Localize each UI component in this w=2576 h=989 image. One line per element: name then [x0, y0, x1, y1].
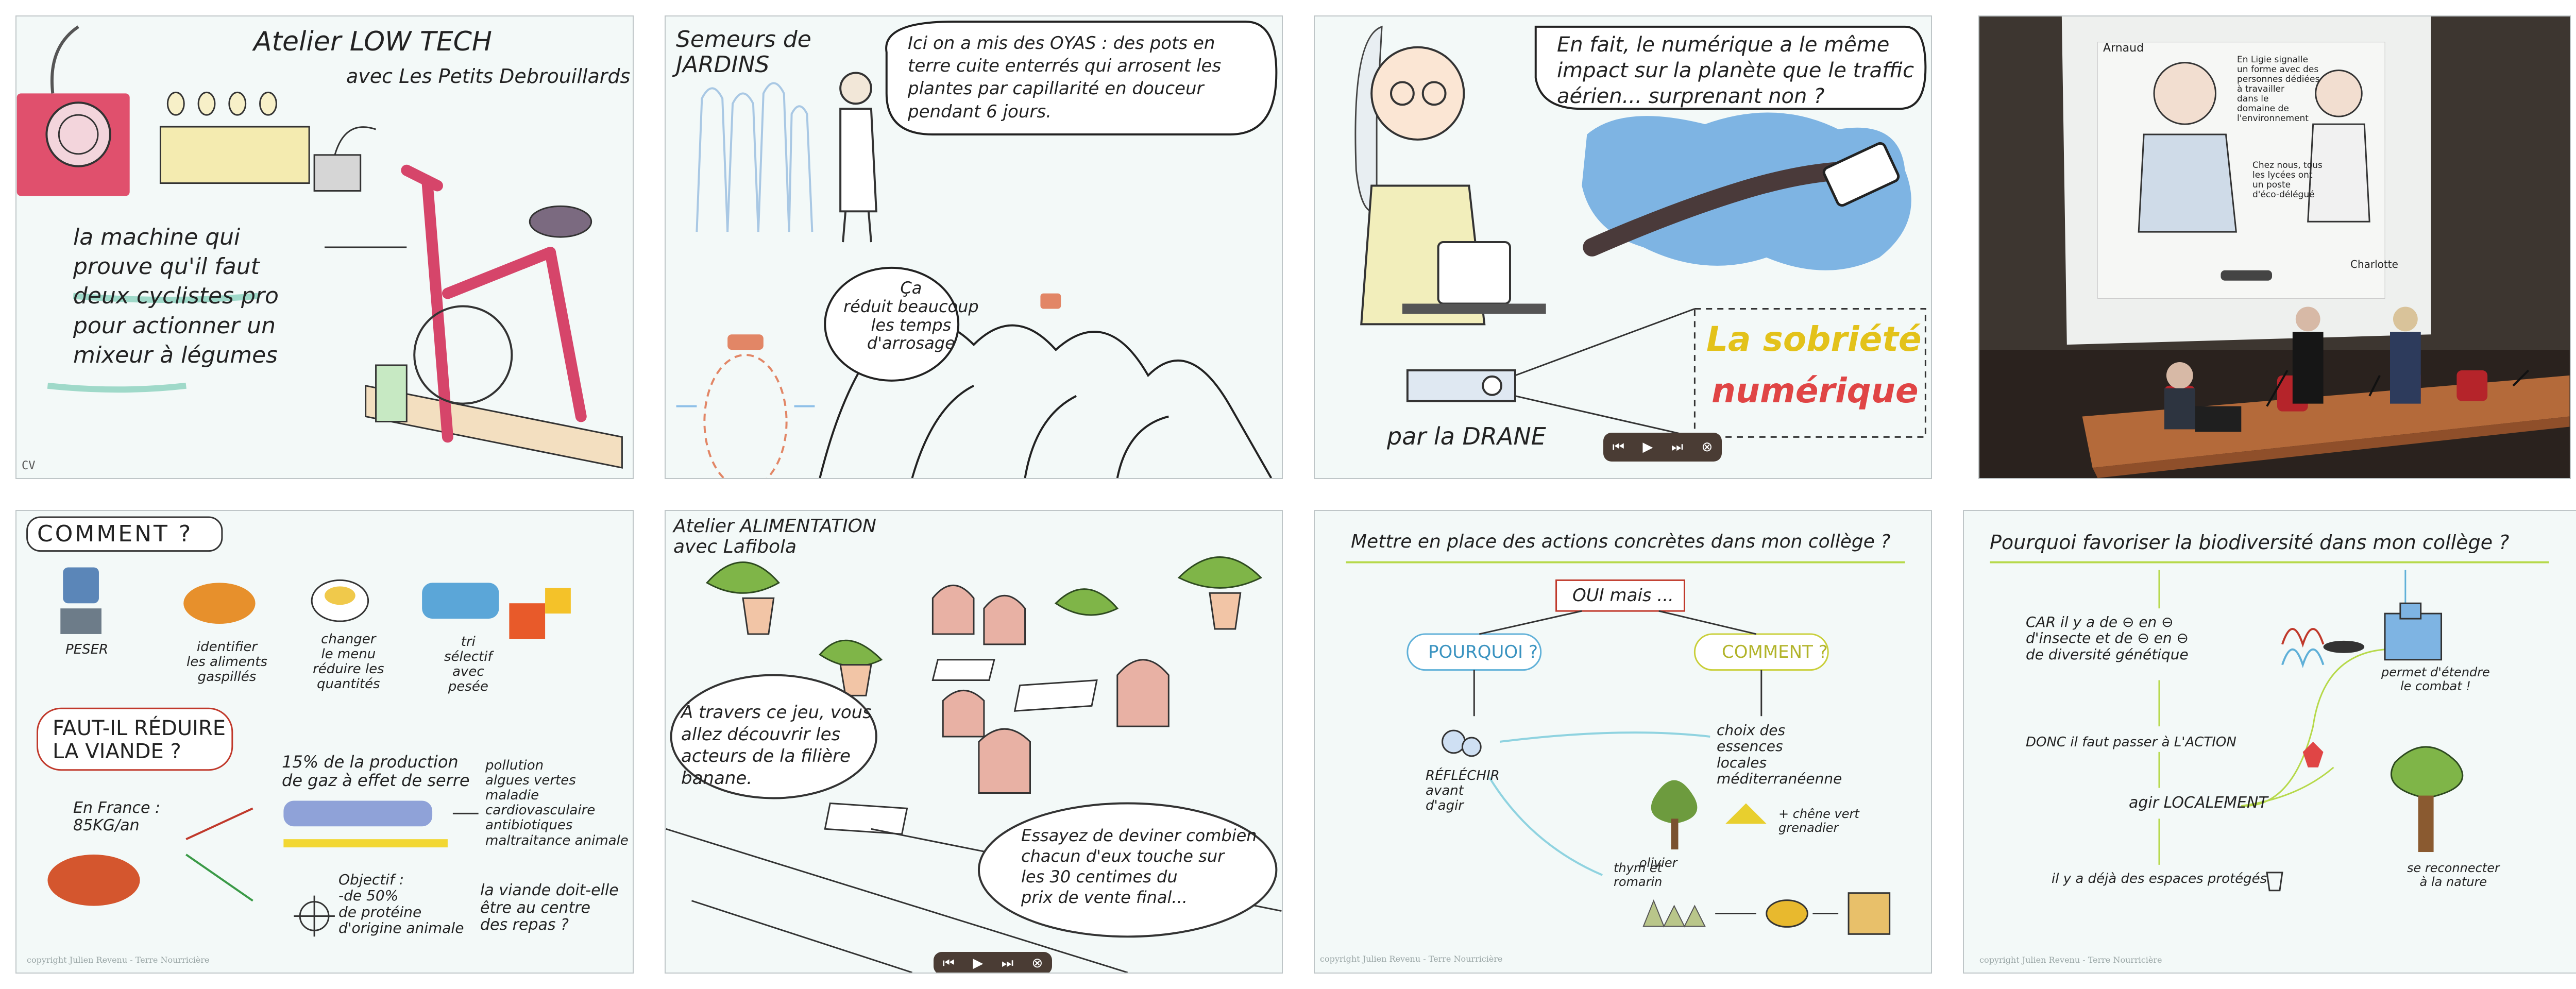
video-controls: ⏮ ▶ ⏭ ⊗ [1603, 433, 1722, 462]
actions-thym: thym et romarin [1614, 861, 1663, 889]
comment-question: FAUT-IL RÉDUIRE LA VIANDE ? [53, 717, 226, 763]
comment-effects: pollution algues vertes maladie cardiova… [485, 758, 629, 848]
biodiversite-donc: DONC il faut passer à L'ACTION [2026, 735, 2236, 750]
semeurs-bubble-small: Ça réduit beaucoup les temps d'arrosage [843, 278, 979, 353]
close-icon[interactable]: ⊗ [1032, 956, 1043, 971]
forward-icon[interactable]: ⏭ [1671, 439, 1683, 455]
comment-item-2: identifier les aliments gaspillés [187, 639, 267, 685]
panel-semeurs: Semeurs de JARDINS Ici on a mis des OYAS… [665, 15, 1283, 479]
semeurs-bubble-top: Ici on a mis des OYAS : des pots en terr… [908, 33, 1222, 122]
alimentation-title: Atelier ALIMENTATION avec Lafibola [673, 516, 876, 558]
close-icon[interactable]: ⊗ [1702, 439, 1713, 455]
drane-highlight-line2: numérique [1711, 371, 1919, 411]
photo-screen-bubble-2: Chez nous, tous les lycées ont un poste … [2252, 160, 2323, 200]
panel-lowtech: Atelier LOW TECH avec Les Petits Debroui… [15, 15, 634, 479]
lowtech-subtitle: avec Les Petits Debrouillards [346, 65, 631, 88]
comment-item-4: tri sélectif avec pesée [444, 634, 493, 695]
biodiversite-car: CAR il y a de ⊖ en ⊖ d'insecte et de ⊖ e… [2026, 613, 2189, 663]
actions-essences: choix des essences locales méditerranéen… [1717, 722, 1842, 788]
biodiversite-title: Pourquoi favoriser la biodiversité dans … [1990, 531, 2510, 554]
video-controls-2: ⏮ ▶ ⏭ ⊗ [934, 952, 1052, 973]
panel-photo: Arnaud Charlotte En Ligie signalle un fo… [1978, 15, 2571, 479]
alimentation-bubble-left: À travers ce jeu, vous allez découvrir l… [681, 702, 872, 789]
comment-center: la viande doit-elle être au centre des r… [480, 881, 619, 934]
forward-icon[interactable]: ⏭ [1002, 956, 1013, 971]
photo-screen-left-name: Arnaud [2103, 42, 2144, 55]
rewind-icon[interactable]: ⏮ [1613, 439, 1624, 455]
drane-byline: par la DRANE [1387, 422, 1546, 450]
comment-france: En France : 85KG/an [73, 799, 161, 834]
biodiversite-nature: se reconnecter à la nature [2407, 861, 2500, 889]
lowtech-title: Atelier LOW TECH [253, 26, 493, 57]
biodiversite-agir: agir LOCALEMENT [2129, 794, 2268, 812]
panel-actions: Mettre en place des actions concrètes da… [1314, 510, 1932, 974]
actions-reflechir: RÉFLÉCHIR avant d'agir [1426, 768, 1500, 814]
alimentation-bubble-right: Essayez de deviner combien chacun d'eux … [1021, 826, 1257, 907]
semeurs-title: Semeurs de JARDINS [676, 26, 811, 78]
lowtech-corner-mark: CV [22, 459, 36, 472]
actions-title: Mettre en place des actions concrètes da… [1351, 531, 1891, 552]
comment-copyright: copyright Julien Revenu - Terre Nourrici… [27, 955, 210, 965]
comment-title: COMMENT ? [37, 521, 193, 547]
comment-item-3: changer le menu réduire les quantités [313, 632, 384, 692]
panel-drane: En fait, le numérique a le même impact s… [1314, 15, 1932, 479]
photo-screen-bubble-1: En Ligie signalle un forme avec des pers… [2237, 55, 2320, 124]
play-icon[interactable]: ▶ [973, 956, 983, 971]
lowtech-caption: la machine qui prouve qu'il faut deux cy… [73, 224, 279, 368]
drane-highlight-line1: La sobriété [1706, 319, 1922, 359]
rewind-icon[interactable]: ⏮ [943, 956, 955, 971]
actions-oui: OUI mais ... [1572, 585, 1674, 606]
panel-biodiversite: Pourquoi favoriser la biodiversité dans … [1963, 510, 2576, 974]
biodiversite-copyright: copyright Julien Revenu - Terre Nourrici… [1979, 955, 2162, 965]
actions-chene: + chêne vert grenadier [1778, 807, 1859, 835]
panel-comment: COMMENT ? PESER identifier les aliments … [15, 510, 634, 974]
biodiversite-combat: permet d'étendre le combat ! [2381, 665, 2490, 693]
actions-pourquoi: POURQUOI ? [1428, 642, 1538, 662]
play-icon[interactable]: ▶ [1642, 439, 1653, 455]
actions-comment: COMMENT ? [1722, 642, 1828, 662]
actions-copyright: copyright Julien Revenu - Terre Nourrici… [1320, 954, 1503, 964]
panel-alimentation: Atelier ALIMENTATION avec Lafibola À tra… [665, 510, 1283, 974]
comment-stat: 15% de la production de gaz à effet de s… [282, 752, 470, 790]
comment-item-1: PESER [65, 642, 109, 657]
comment-objective: Objectif : -de 50% de protéine d'origine… [338, 871, 464, 937]
photo-screen-right-name: Charlotte [2350, 258, 2398, 270]
biodiversite-espaces: il y a déjà des espaces protégés [2052, 871, 2267, 886]
drane-bubble: En fait, le numérique a le même impact s… [1557, 33, 1914, 108]
